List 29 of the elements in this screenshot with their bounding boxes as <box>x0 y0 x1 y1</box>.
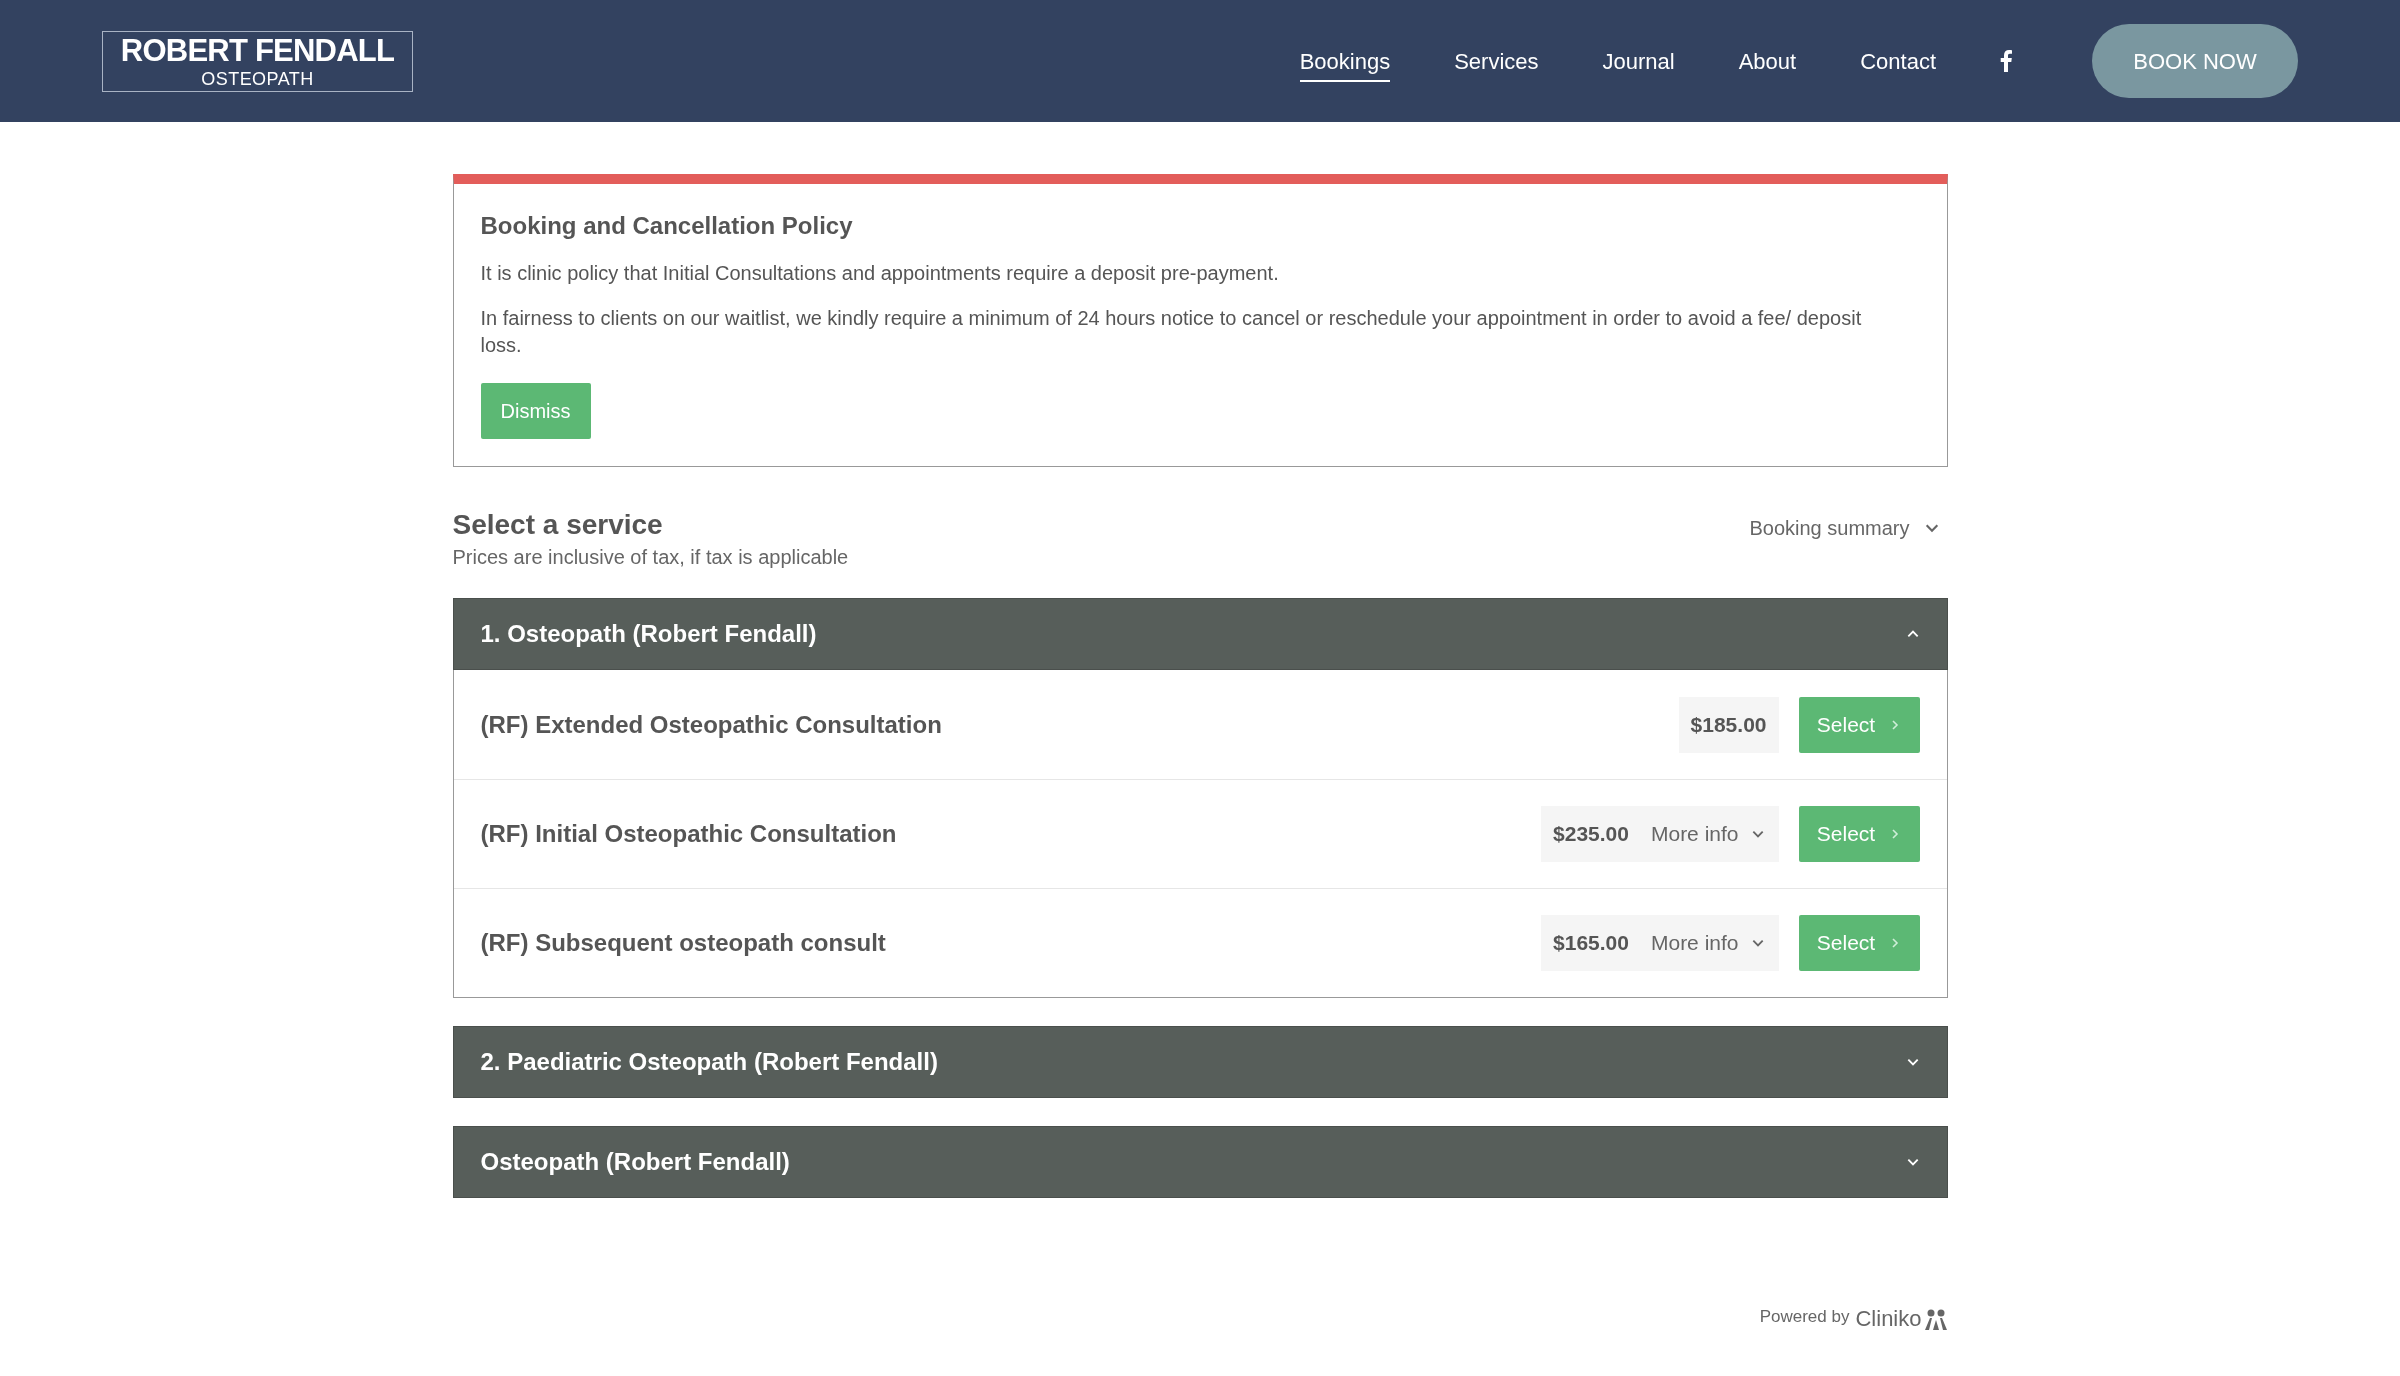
policy-text: In fairness to clients on our waitlist, we kindly require a minimum of 24 hours notice to cancel or reschedule your appointment in order to avoid a fee/ deposit loss. <box>480 306 1863 358</box>
service-group-header[interactable]: Osteopath (Robert Fendall) <box>452 1126 1948 1198</box>
nav-link[interactable]: Bookings <box>1299 44 1391 82</box>
service-group-header[interactable]: 2. Paediatric Osteopath (Robert Fendall) <box>452 1026 1948 1098</box>
more-info-toggle[interactable]: More info <box>1640 806 1779 862</box>
policy-title: Booking and Cancellation Policy <box>480 211 854 241</box>
nav-link[interactable]: About <box>1738 44 1797 82</box>
nav-link[interactable]: Services <box>1454 44 1539 82</box>
facebook-icon[interactable] <box>2000 50 2012 72</box>
logo[interactable]: ROBERT FENDALL OSTEOPATH <box>102 30 413 92</box>
people-icon <box>1923 1307 1948 1330</box>
service-name: (RF) Extended Osteopathic Consultation <box>480 709 942 740</box>
policy-text: It is clinic policy that Initial Consultations and appointments require a deposit pre-payment. <box>480 261 1280 286</box>
nav-link[interactable]: Contact <box>1860 44 1936 82</box>
service-name: (RF) Initial Osteopathic Consultation <box>480 819 897 849</box>
logo-name: ROBERT FENDALL <box>120 34 395 66</box>
section-subtitle: Prices are inclusive of tax, if tax is applicable <box>452 545 849 570</box>
powered-by-label: Powered by <box>1759 1306 1850 1328</box>
service-group-header[interactable]: 1. Osteopath (Robert Fendall) <box>452 598 1948 670</box>
nav-link[interactable]: Journal <box>1602 44 1675 82</box>
price-tag: $185.00 <box>1678 696 1779 753</box>
section-title: Select a service <box>452 508 664 542</box>
booking-summary-toggle[interactable]: Booking summary <box>1749 513 1948 543</box>
brand-link[interactable]: Cliniko <box>1855 1307 1948 1330</box>
service-name: (RF) Subsequent osteopath consult <box>480 928 886 958</box>
more-info-toggle[interactable]: More info <box>1640 915 1779 971</box>
logo-subtitle: OSTEOPATH <box>201 69 314 88</box>
price-tag: $235.00 <box>1541 806 1641 862</box>
price-tag: $165.00 <box>1541 915 1641 971</box>
